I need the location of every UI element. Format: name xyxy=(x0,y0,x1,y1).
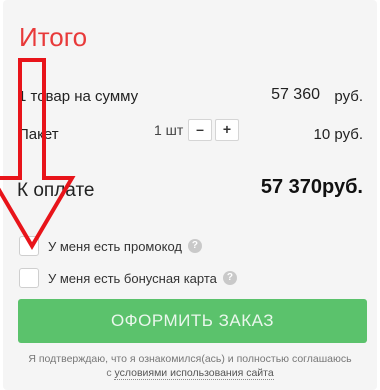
place-order-button[interactable]: ОФОРМИТЬ ЗАКАЗ xyxy=(18,299,367,343)
package-price: 10 руб. xyxy=(313,126,363,143)
items-amount: 57 360 xyxy=(271,86,320,103)
agreement-text: Я подтверждаю, что я ознакомился(ась) и … xyxy=(28,353,352,365)
total-value: 57 370руб. xyxy=(260,176,363,198)
summary-title: Итого xyxy=(19,22,88,52)
agreement-notice: Я подтверждаю, что я ознакомился(ась) и … xyxy=(0,352,380,380)
package-label: Пакет xyxy=(18,126,59,143)
quantity-minus-button[interactable]: – xyxy=(188,119,212,141)
total-label: К оплате xyxy=(17,180,95,201)
quantity-plus-button[interactable]: + xyxy=(215,119,239,141)
agreement-link-prefix: с xyxy=(106,367,112,379)
promo-help-icon[interactable]: ? xyxy=(187,239,202,253)
items-label: 1 товар на сумму xyxy=(18,88,139,105)
order-summary-card: Итого 1 товар на сумму 57 360 руб. Пакет… xyxy=(3,0,377,390)
package-quantity: 1 шт xyxy=(154,122,184,138)
bonus-card-option: У меня есть бонусная карта ? xyxy=(19,268,237,288)
promo-checkbox[interactable] xyxy=(19,236,39,256)
bonus-card-label[interactable]: У меня есть бонусная карта xyxy=(48,271,217,286)
promo-option: У меня есть промокод ? xyxy=(19,236,202,256)
bonus-card-checkbox[interactable] xyxy=(19,268,39,288)
terms-link[interactable]: условиями использования сайта xyxy=(114,367,274,380)
bonus-card-help-icon[interactable]: ? xyxy=(222,271,237,285)
items-currency: руб. xyxy=(334,88,363,105)
promo-label[interactable]: У меня есть промокод xyxy=(48,239,182,254)
